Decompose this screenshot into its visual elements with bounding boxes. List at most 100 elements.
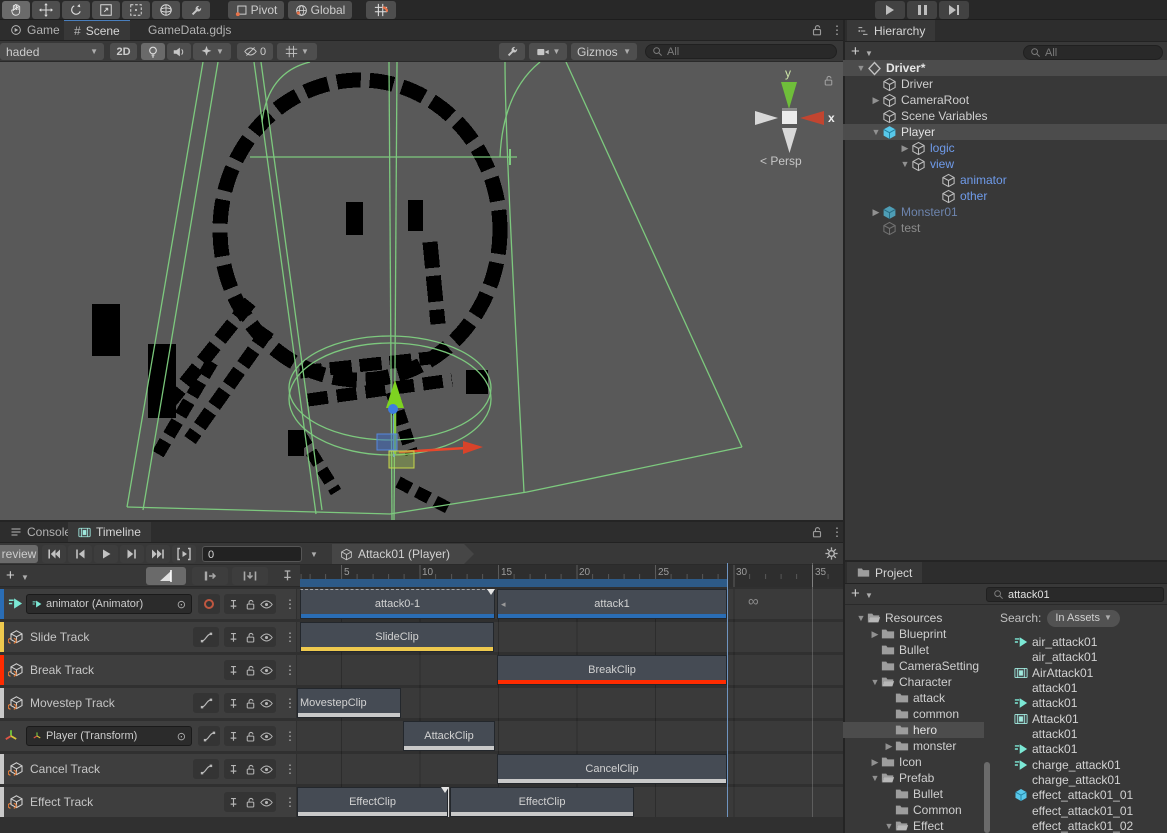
asset-row[interactable]: attack01	[992, 695, 1167, 710]
hierarchy-row-scene[interactable]: ▼Driver*	[843, 60, 1167, 76]
goto-end-button[interactable]	[146, 545, 170, 563]
tab-scene[interactable]: #Scene	[64, 20, 130, 40]
clip-effect-2[interactable]: EffectClip	[450, 787, 634, 817]
hand-tool-button[interactable]	[2, 1, 30, 19]
eye-icon[interactable]	[260, 631, 273, 644]
pin-icon[interactable]	[227, 664, 240, 677]
animator-binding-field[interactable]: animator (Animator)⊙	[26, 594, 192, 614]
lock-icon[interactable]	[244, 763, 257, 776]
grid-visibility-dropdown[interactable]: ▼	[277, 43, 317, 60]
record-button[interactable]	[198, 594, 220, 614]
shading-mode-dropdown[interactable]: haded▼	[0, 43, 104, 60]
pin-icon[interactable]	[227, 631, 240, 644]
pin-icon[interactable]	[227, 763, 240, 776]
eye-icon[interactable]	[260, 664, 273, 677]
eye-icon[interactable]	[260, 598, 273, 611]
tab-hierarchy[interactable]: Hierarchy	[847, 20, 935, 41]
play-range-button[interactable]	[172, 545, 196, 563]
asset-row[interactable]: effect_attack01_01	[992, 787, 1167, 802]
hierarchy-search-field[interactable]	[1023, 45, 1163, 60]
foldout-icon[interactable]: ▶	[870, 95, 882, 106]
curves-view-toggle[interactable]	[146, 567, 186, 585]
track-markers-toggle[interactable]	[192, 567, 228, 585]
folder-row[interactable]: ▼Resources	[843, 610, 984, 626]
track-header-animator[interactable]: animator (Animator)⊙ ⋮	[0, 589, 296, 619]
hierarchy-row[interactable]: ▶logic	[843, 140, 1167, 156]
track-menu-icon[interactable]: ⋮	[284, 696, 296, 710]
foldout-icon[interactable]: ▶	[870, 207, 882, 218]
timeline-play-button[interactable]	[94, 545, 118, 563]
scene-effects-dropdown[interactable]: ▼	[193, 43, 231, 60]
hierarchy-add-button[interactable]: +	[851, 43, 860, 60]
scene-audio-button[interactable]	[167, 43, 191, 60]
foldout-icon[interactable]: ▶	[883, 741, 895, 752]
playhead-line[interactable]	[727, 563, 728, 817]
timeline-menu-icon[interactable]: ⋮	[831, 525, 843, 539]
asset-row[interactable]: AirAttack01	[992, 665, 1167, 680]
track-header-player-transform[interactable]: Player (Transform)⊙ ⋮	[0, 721, 296, 751]
hierarchy-row[interactable]: test	[843, 220, 1167, 236]
scene-lighting-button[interactable]	[141, 43, 165, 60]
hierarchy-row[interactable]: ▼view	[843, 156, 1167, 172]
unlock-icon[interactable]	[810, 525, 824, 539]
tab-timeline[interactable]: Timeline	[68, 522, 151, 542]
chevron-down-icon[interactable]: ▼	[865, 592, 873, 600]
foldout-icon[interactable]: ▼	[869, 773, 881, 783]
pin-icon[interactable]	[227, 598, 240, 611]
lock-icon[interactable]	[244, 631, 257, 644]
folder-row[interactable]: ▶Icon	[843, 754, 984, 770]
foldout-icon[interactable]: ▼	[855, 63, 867, 73]
pin-icon[interactable]	[227, 796, 240, 809]
object-picker-icon[interactable]: ⊙	[177, 730, 186, 743]
step-button[interactable]	[939, 1, 969, 19]
2d-toggle-button[interactable]: 2D	[110, 43, 137, 60]
eye-icon[interactable]	[260, 697, 273, 710]
preview-button[interactable]: review	[0, 545, 38, 563]
hierarchy-row[interactable]: Driver	[843, 76, 1167, 92]
asset-row[interactable]: attack01	[992, 741, 1167, 756]
timeline-settings-gear-icon[interactable]	[824, 546, 839, 561]
folder-row[interactable]: Bullet	[843, 642, 984, 658]
tab-gamedata[interactable]: GameData.gdjs	[138, 20, 241, 40]
clip-attack[interactable]: AttackClip	[403, 721, 495, 751]
gizmo-unlock-icon[interactable]	[822, 74, 835, 87]
grid-snap-button[interactable]	[366, 1, 396, 19]
eye-icon[interactable]	[260, 796, 273, 809]
folder-row[interactable]: Bullet	[843, 786, 984, 802]
lock-icon[interactable]	[244, 598, 257, 611]
scene-search-field[interactable]	[645, 44, 837, 59]
gizmos-dropdown[interactable]: Gizmos▼	[571, 43, 637, 60]
hierarchy-row-player[interactable]: ▼Player	[843, 124, 1167, 140]
eye-icon[interactable]	[260, 730, 273, 743]
move-tool-button[interactable]	[32, 1, 60, 19]
clip-attack1[interactable]: ◂attack1	[497, 589, 727, 619]
chevron-down-icon[interactable]: ▼	[865, 50, 873, 58]
chevron-down-icon[interactable]: ▼	[310, 551, 318, 559]
folder-row[interactable]: ▼Effect	[843, 818, 984, 833]
folder-row[interactable]: ▼Prefab	[843, 770, 984, 786]
asset-row[interactable]: charge_attack01	[992, 772, 1167, 787]
transform-tool-button[interactable]	[152, 1, 180, 19]
eye-icon[interactable]	[260, 763, 273, 776]
foldout-icon[interactable]: ▼	[855, 613, 867, 623]
projection-label[interactable]: < Persp	[760, 154, 802, 168]
folder-row[interactable]: Common	[843, 802, 984, 818]
folder-row[interactable]: common	[843, 706, 984, 722]
track-menu-icon[interactable]: ⋮	[284, 663, 296, 677]
pin-icon[interactable]	[227, 730, 240, 743]
object-picker-icon[interactable]: ⊙	[177, 598, 186, 611]
search-scope-dropdown[interactable]: In Assets▼	[1047, 610, 1120, 627]
folder-row[interactable]: attack	[843, 690, 984, 706]
curves-button[interactable]	[193, 627, 219, 647]
lock-icon[interactable]	[244, 730, 257, 743]
goto-start-button[interactable]	[42, 545, 66, 563]
clip-break[interactable]: BreakClip	[497, 655, 727, 685]
folder-row[interactable]: ▶monster	[843, 738, 984, 754]
foldout-icon[interactable]: ▶	[869, 757, 881, 768]
clip-cancel[interactable]: CancelClip	[497, 754, 727, 784]
hidden-objects-button[interactable]: 0	[237, 43, 273, 60]
timeline-breadcrumb[interactable]: Attack01 (Player)	[332, 544, 474, 564]
folder-row[interactable]: CameraSetting	[843, 658, 984, 674]
rotate-tool-button[interactable]	[62, 1, 90, 19]
lock-icon[interactable]	[244, 664, 257, 677]
